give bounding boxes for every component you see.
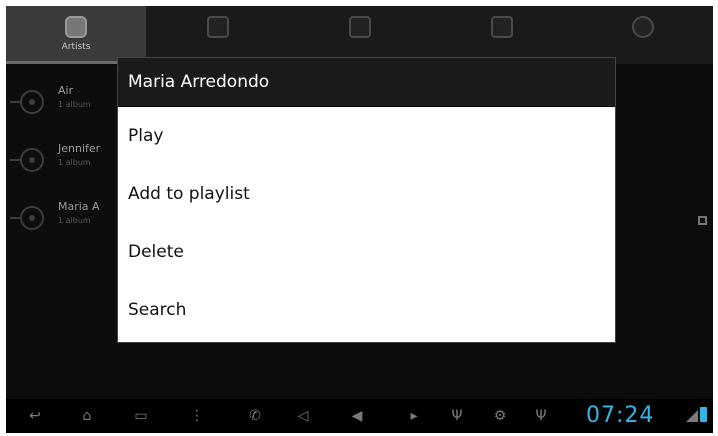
tab-artists-label: Artists xyxy=(61,42,91,52)
tab-albums[interactable] xyxy=(148,6,288,64)
artist-name: Jennifer xyxy=(58,142,101,155)
tab-artists[interactable]: Artists xyxy=(6,6,146,64)
status-clock: 07:24 xyxy=(586,403,655,428)
artist-album-count: 1 album xyxy=(58,100,91,109)
dialog-title: Maria Arredondo xyxy=(118,58,615,107)
volume-up-icon[interactable]: ◀ xyxy=(346,408,368,424)
menu-item-play[interactable]: Play xyxy=(118,107,615,165)
recent-apps-icon[interactable]: ▭ xyxy=(130,408,152,424)
android-debug-icon: ⚙ xyxy=(493,408,507,424)
home-icon[interactable]: ⌂ xyxy=(74,408,100,424)
songs-icon xyxy=(349,16,371,38)
menu-item-add-to-playlist[interactable]: Add to playlist xyxy=(118,165,615,223)
tab-now-playing[interactable] xyxy=(573,6,713,64)
tab-bar: Artists xyxy=(6,6,713,66)
tab-songs[interactable] xyxy=(290,6,430,64)
battery-icon xyxy=(700,407,707,422)
context-menu-dialog: Maria Arredondo Play Add to playlist Del… xyxy=(118,58,615,342)
music-app-screen: Artists Air 1 album Jennifer 1 album Mar… xyxy=(6,6,713,433)
play-icon: ▸ xyxy=(410,408,418,424)
menu-icon[interactable]: ⋮ xyxy=(190,408,204,424)
tab-playlists[interactable] xyxy=(432,6,572,64)
artist-name: Air xyxy=(58,84,74,97)
microphone-icon xyxy=(65,16,87,38)
usb-connected-icon: Ψ xyxy=(535,408,547,424)
artist-disc-icon xyxy=(10,90,44,114)
phone-icon: ✆ xyxy=(249,408,261,424)
artist-name: Maria A xyxy=(58,200,100,213)
back-icon[interactable]: ↩ xyxy=(24,408,46,424)
usb-icon: Ψ xyxy=(451,408,463,424)
menu-item-search[interactable]: Search xyxy=(118,281,615,339)
artist-disc-icon xyxy=(10,148,44,172)
artist-album-count: 1 album xyxy=(58,158,91,167)
scroll-indicator-icon xyxy=(698,216,707,225)
system-navigation-bar: ↩ ⌂ ▭ ⋮ ✆ ◁ ◀ ▸ Ψ ⚙ Ψ 07:24 xyxy=(6,399,713,433)
artist-disc-icon xyxy=(10,206,44,230)
signal-icon xyxy=(686,410,698,422)
now-playing-icon xyxy=(632,16,654,38)
artist-album-count: 1 album xyxy=(58,216,91,225)
menu-item-delete[interactable]: Delete xyxy=(118,223,615,281)
volume-down-icon[interactable]: ◁ xyxy=(294,408,312,424)
playlist-icon xyxy=(491,16,513,38)
album-icon xyxy=(207,16,229,38)
